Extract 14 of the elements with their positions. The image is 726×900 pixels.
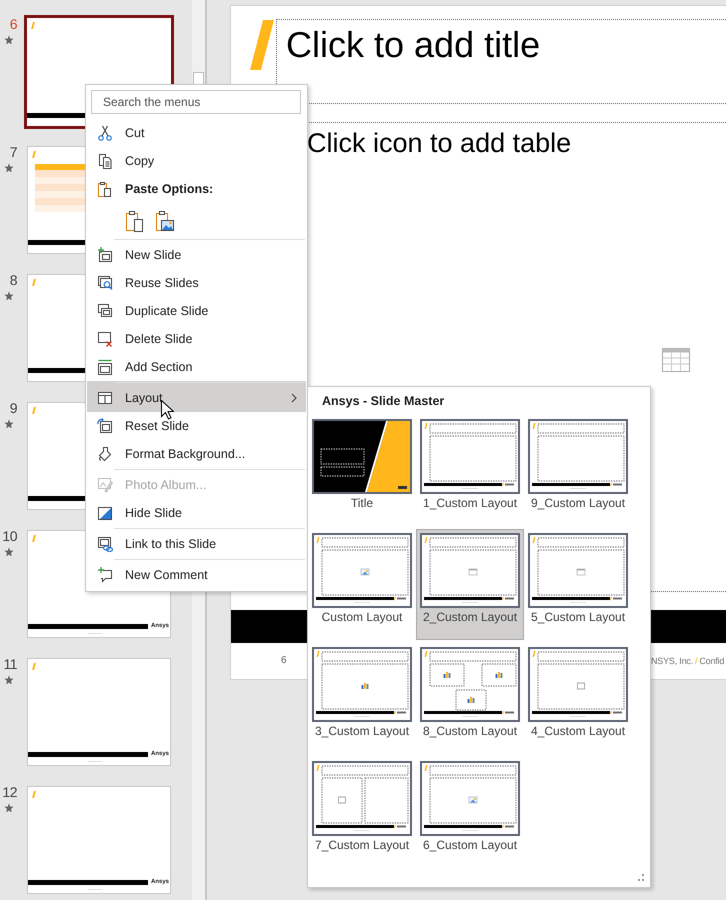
footer-text: Confid [699, 656, 724, 666]
slide-number: 11 [3, 656, 17, 672]
footer-text: NSYS, Inc. [651, 656, 694, 666]
slide-number: 9 [10, 400, 17, 416]
slide-number: 6 [281, 655, 288, 666]
slide-number: 10 [2, 528, 17, 544]
slide-number: 12 [2, 784, 17, 800]
gallery-title: Ansys - Slide Master [321, 393, 446, 410]
section-header: Paste Options: [125, 182, 214, 196]
footer-separator: / [695, 656, 698, 666]
slide-number: 7 [10, 144, 17, 160]
slide-number: 6 [10, 16, 17, 32]
slide-number: 8 [10, 272, 17, 288]
placeholder-text: Click icon to add table [307, 128, 572, 158]
